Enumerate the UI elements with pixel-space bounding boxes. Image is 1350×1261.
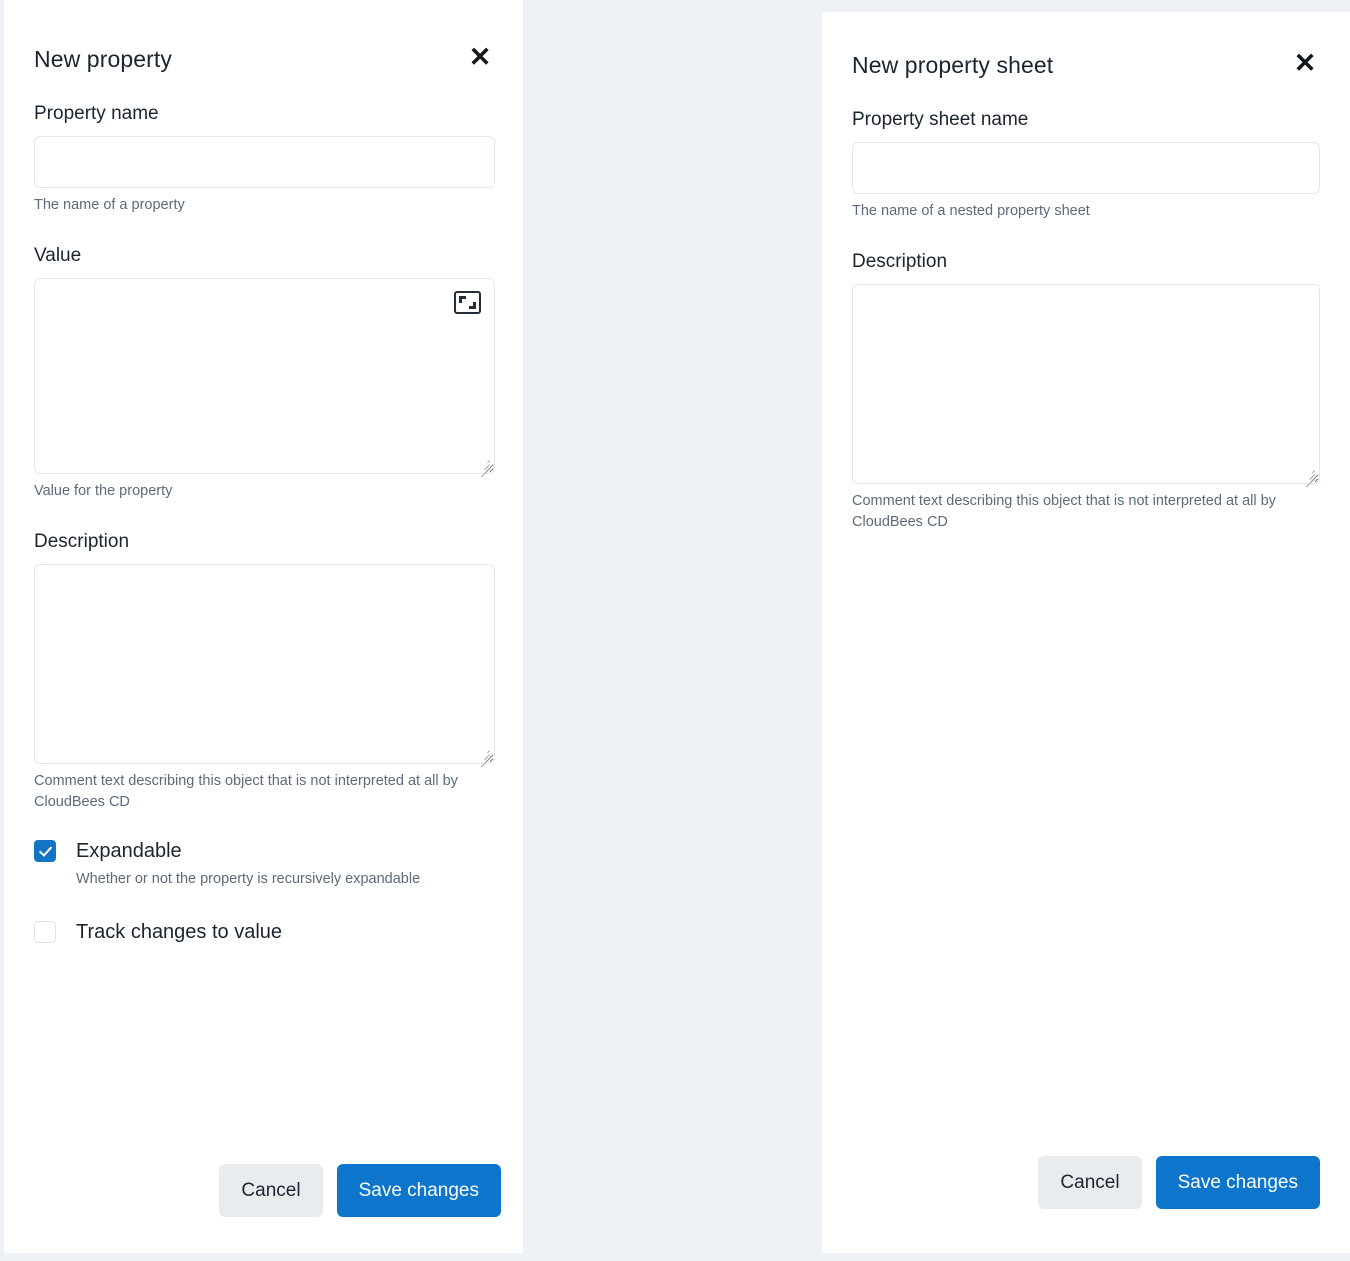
dialog-header: New property sheet ✕ bbox=[852, 48, 1320, 80]
field-property-sheet-name: Property sheet name The name of a nested… bbox=[852, 108, 1320, 222]
page-title: New property bbox=[34, 46, 172, 72]
description-textarea-wrapper bbox=[852, 284, 1320, 488]
property-name-input[interactable] bbox=[34, 136, 495, 188]
value-textarea-wrapper bbox=[34, 278, 495, 478]
property-name-label: Property name bbox=[34, 103, 159, 124]
new-property-sheet-dialog: New property sheet ✕ Property sheet name… bbox=[822, 12, 1350, 1253]
close-icon[interactable]: ✕ bbox=[465, 42, 495, 72]
property-sheet-name-label: Property sheet name bbox=[852, 109, 1029, 130]
cancel-button[interactable]: Cancel bbox=[1038, 1156, 1142, 1209]
field-description: Description Comment text describing this… bbox=[852, 250, 1320, 533]
new-property-dialog: New property ✕ Property name The name of… bbox=[4, 0, 523, 1253]
expandable-help: Whether or not the property is recursive… bbox=[76, 871, 421, 887]
description-label: Description bbox=[34, 531, 130, 552]
property-name-help: The name of a property bbox=[34, 197, 185, 213]
description-help: Comment text describing this object that… bbox=[34, 773, 458, 810]
track-changes-label: Track changes to value bbox=[76, 921, 283, 943]
field-property-name: Property name The name of a property bbox=[34, 102, 495, 216]
cancel-button[interactable]: Cancel bbox=[219, 1164, 323, 1217]
description-textarea[interactable] bbox=[852, 284, 1320, 484]
dialog-footer: Cancel Save changes bbox=[1038, 1156, 1320, 1209]
field-description: Description Comment text describing this… bbox=[34, 530, 495, 813]
expand-editor-icon[interactable] bbox=[454, 291, 481, 314]
value-textarea[interactable] bbox=[34, 278, 495, 474]
description-help: Comment text describing this object that… bbox=[852, 493, 1276, 530]
screenshot-stage: New property ✕ Property name The name of… bbox=[0, 0, 1350, 1261]
dialog-footer: Cancel Save changes bbox=[219, 1164, 501, 1217]
checkbox-row-expandable[interactable]: Expandable bbox=[34, 839, 495, 863]
description-label: Description bbox=[852, 251, 948, 272]
save-changes-button[interactable]: Save changes bbox=[1155, 1156, 1320, 1209]
page-title: New property sheet bbox=[852, 52, 1054, 78]
close-icon[interactable]: ✕ bbox=[1290, 48, 1320, 78]
property-sheet-name-help: The name of a nested property sheet bbox=[852, 203, 1090, 219]
save-changes-button[interactable]: Save changes bbox=[336, 1164, 501, 1217]
dialog-header: New property ✕ bbox=[34, 42, 495, 74]
description-textarea[interactable] bbox=[34, 564, 495, 764]
track-changes-checkbox[interactable] bbox=[34, 921, 56, 943]
property-sheet-name-input[interactable] bbox=[852, 142, 1320, 194]
expandable-label: Expandable bbox=[76, 840, 182, 862]
description-textarea-wrapper bbox=[34, 564, 495, 768]
expandable-checkbox[interactable] bbox=[34, 840, 56, 862]
value-label: Value bbox=[34, 245, 82, 266]
value-help: Value for the property bbox=[34, 483, 173, 499]
field-value: Value Value for the property bbox=[34, 244, 495, 502]
checkbox-row-track-changes[interactable]: Track changes to value bbox=[34, 920, 495, 944]
